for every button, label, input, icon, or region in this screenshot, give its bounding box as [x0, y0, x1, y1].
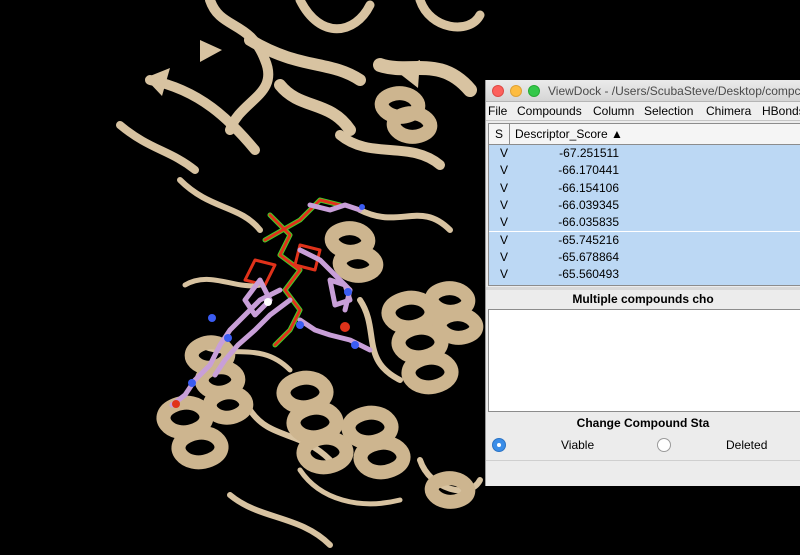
- table-row[interactable]: V -65.678864: [489, 248, 800, 267]
- minimize-window-button[interactable]: [510, 85, 522, 97]
- table-row[interactable]: V -65.745216: [489, 231, 800, 249]
- score-cell: -66.039345: [558, 197, 619, 212]
- column-header-descriptor-score[interactable]: Descriptor_Score ▲: [515, 124, 623, 144]
- score-cell: -66.154106: [558, 180, 619, 195]
- bottom-separator: [486, 460, 800, 461]
- menu-hbonds[interactable]: HBonds: [762, 104, 800, 118]
- table-row[interactable]: V -67.251511: [489, 145, 800, 163]
- table-row[interactable]: V -65.560493: [489, 266, 800, 284]
- column-header-status[interactable]: S: [489, 124, 510, 144]
- window-title: ViewDock - /Users/ScubaSteve/Desktop/com…: [548, 84, 800, 98]
- compound-table: S Descriptor_Score ▲ V -67.251511 V -66.…: [488, 123, 800, 286]
- info-pane-title: Multiple compounds cho: [572, 292, 714, 306]
- score-cell: -65.745216: [558, 232, 619, 247]
- pane-splitter[interactable]: [486, 287, 800, 290]
- viable-radio[interactable]: [492, 438, 506, 452]
- table-header: S Descriptor_Score ▲: [489, 124, 800, 145]
- compound-info-pane: [488, 309, 800, 412]
- menu-column[interactable]: Column: [593, 104, 634, 118]
- table-body: V -67.251511 V -66.170441 V -66.154106 V…: [489, 145, 800, 285]
- deleted-label[interactable]: Deleted: [726, 438, 767, 452]
- score-cell: -66.035835: [558, 215, 619, 230]
- menu-compounds[interactable]: Compounds: [517, 104, 582, 118]
- menu-chimera[interactable]: Chimera: [706, 104, 751, 118]
- deleted-radio[interactable]: [657, 438, 671, 452]
- table-row[interactable]: V -66.154106: [489, 179, 800, 197]
- table-row[interactable]: V -66.170441: [489, 162, 800, 180]
- close-window-button[interactable]: [492, 85, 504, 97]
- table-row-partial[interactable]: [489, 283, 800, 285]
- viewdock-window: ViewDock - /Users/ScubaSteve/Desktop/com…: [485, 80, 800, 486]
- table-row[interactable]: V -66.035835: [489, 214, 800, 232]
- title-bar[interactable]: ViewDock - /Users/ScubaSteve/Desktop/com…: [486, 80, 800, 102]
- score-cell: -65.678864: [558, 249, 619, 264]
- zoom-window-button[interactable]: [528, 85, 540, 97]
- status-radio-group: Viable Deleted: [486, 436, 800, 454]
- viable-label[interactable]: Viable: [561, 438, 594, 452]
- menu-file[interactable]: File: [488, 104, 507, 118]
- score-cell: -66.170441: [558, 163, 619, 178]
- change-status-title: Change Compound Sta: [576, 416, 710, 430]
- menu-selection[interactable]: Selection: [644, 104, 693, 118]
- table-row[interactable]: V -66.039345: [489, 196, 800, 215]
- score-cell: -65.560493: [558, 267, 619, 282]
- menu-bar: File Compounds Column Selection Chimera …: [486, 102, 800, 121]
- score-cell: -67.251511: [559, 146, 619, 160]
